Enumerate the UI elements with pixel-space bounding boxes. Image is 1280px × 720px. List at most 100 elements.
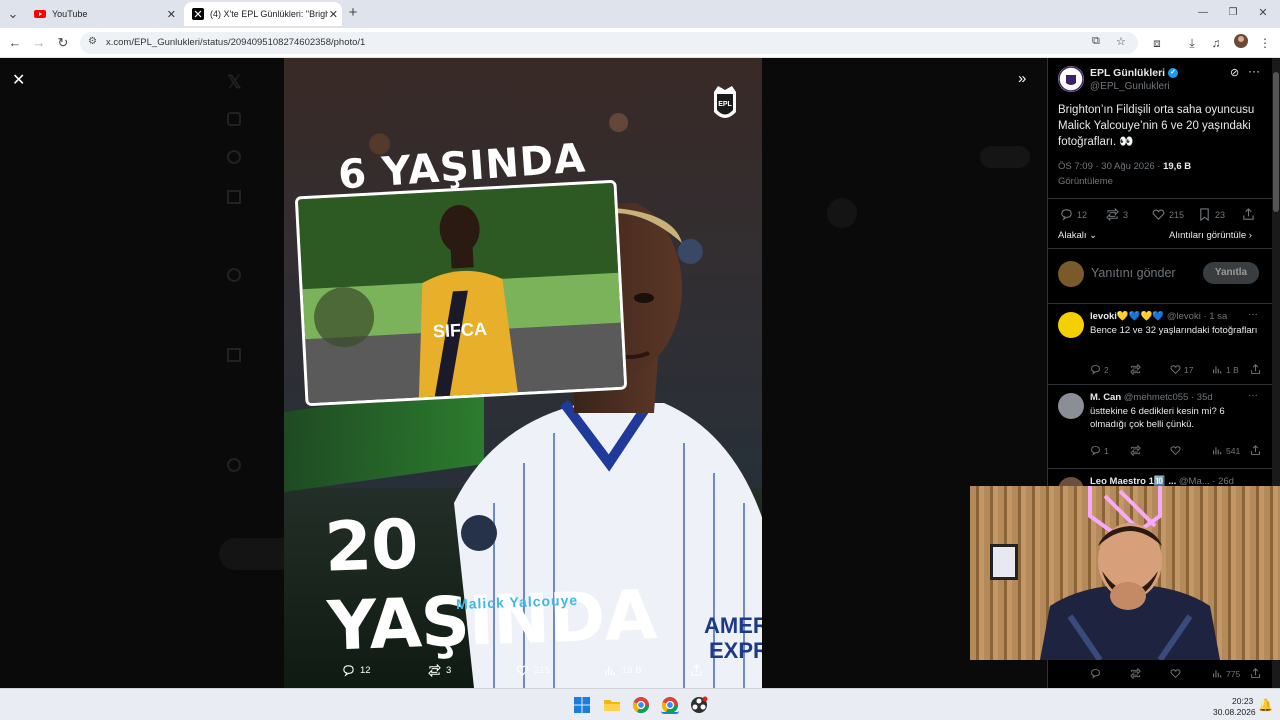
repost-stat[interactable]: 3 [1106, 208, 1128, 221]
reply-button[interactable]: Yanıtla [1203, 262, 1259, 284]
reply-avatar[interactable] [1058, 312, 1084, 338]
reply-item[interactable]: levoki💛💙💛💙 @levoki · 1 sa ··· Bence 12 v… [1048, 303, 1273, 383]
restore-icon[interactable]: ❐ [1224, 4, 1242, 22]
more-options-icon[interactable]: ··· [1248, 390, 1258, 401]
bookmark-star-icon[interactable]: ☆ [1116, 35, 1126, 48]
reply-action[interactable]: 12 [342, 664, 371, 677]
verified-badge-icon: ✓ [1168, 68, 1178, 79]
reply-author[interactable]: levoki💛💙💛💙 @levoki · 1 sa [1090, 311, 1227, 322]
like-action[interactable]: 17 [1170, 364, 1193, 375]
like-action[interactable] [1170, 668, 1181, 679]
views-action[interactable]: 775 [1212, 668, 1240, 679]
repost-action[interactable] [1130, 668, 1141, 679]
reply-action[interactable] [1090, 668, 1101, 679]
new-tab-button[interactable]: + [344, 4, 362, 22]
repost-action[interactable]: 3 [428, 664, 451, 677]
window-close-icon[interactable]: ✕ [1254, 4, 1272, 22]
forward-arrow-icon[interactable]: → [30, 34, 48, 52]
share-icon [1251, 445, 1260, 455]
x-logo-icon: 𝕏 [227, 72, 242, 92]
close-tab-icon[interactable]: ✕ [167, 8, 176, 21]
profile-avatar[interactable] [1232, 34, 1250, 52]
share-stat[interactable] [1242, 208, 1255, 221]
like-action[interactable] [1170, 445, 1181, 456]
views-action[interactable]: 541 [1212, 445, 1240, 456]
views-chart-icon [1213, 670, 1222, 678]
windows-start-icon[interactable] [573, 696, 591, 714]
photo-action-bar: 12 3 215 19 B [330, 664, 710, 684]
views-label: Görüntüleme [1058, 176, 1113, 187]
reply-stat[interactable]: 12 [1060, 208, 1087, 221]
reply-input[interactable]: Yanıtını gönder [1091, 266, 1176, 280]
tweet-photo[interactable]: AMER EXPR SIFCA 6 YAŞINDA 20 YAŞINDA Mal… [284, 58, 762, 688]
view-quotes-link[interactable]: Alıntıları görüntüle › [1169, 230, 1252, 241]
reply-action[interactable]: 1 [1090, 445, 1109, 456]
site-info-icon[interactable]: ⚙ [88, 36, 97, 47]
chrome-active-icon[interactable] [661, 696, 679, 714]
repost-icon [1130, 445, 1141, 456]
account-name[interactable]: EPL Günlükleri ✓ [1090, 67, 1178, 79]
scrollbar-thumb[interactable] [1273, 72, 1279, 212]
svg-text:EPL: EPL [718, 101, 732, 108]
reply-author[interactable]: M. Can @mehmetc055 · 35d [1090, 392, 1213, 403]
media-control-icon[interactable]: ♫ [1207, 34, 1225, 52]
reply-author-handle: @mehmetc055 · 35d [1123, 392, 1213, 403]
repost-count: 3 [446, 665, 452, 676]
reply-avatar[interactable] [1058, 393, 1084, 419]
clock-date[interactable]: 30.08.2026 [1213, 707, 1256, 717]
extensions-icon[interactable]: ⧈ [1148, 34, 1166, 52]
reply-author-name: levoki💛💙💛💙 [1090, 311, 1165, 322]
clock-time[interactable]: 20:23 [1232, 696, 1253, 706]
account-avatar[interactable] [1058, 66, 1084, 92]
close-tab-icon[interactable]: ✕ [329, 8, 338, 21]
close-viewer-icon[interactable]: ✕ [12, 70, 25, 90]
file-explorer-icon[interactable] [603, 696, 621, 714]
reply-item[interactable]: M. Can @mehmetc055 · 35d ··· üsttekine 6… [1048, 384, 1273, 467]
address-bar[interactable]: ⚙ x.com/EPL_Gunlukleri/status/2094095108… [80, 32, 1138, 54]
reply-text: Bence 12 ve 32 yaşlarındaki fotoğrafları [1090, 325, 1258, 336]
chrome-icon[interactable] [632, 696, 650, 714]
notification-bell-icon[interactable]: 🔔 [1258, 698, 1273, 712]
download-icon[interactable]: ⤓ [1183, 34, 1201, 52]
share-action[interactable] [1250, 445, 1261, 456]
repost-icon [1106, 208, 1119, 221]
share-icon [1251, 668, 1260, 678]
share-icon [1251, 364, 1260, 374]
reply-actions: 775 [1090, 668, 1265, 682]
repost-action[interactable] [1130, 445, 1141, 456]
reply-icon [1091, 446, 1100, 456]
grok-explain-icon[interactable]: ⊘ [1230, 66, 1239, 79]
more-options-icon[interactable]: ··· [1248, 64, 1260, 78]
repost-action[interactable] [1130, 364, 1141, 375]
back-arrow-icon[interactable]: ← [6, 34, 24, 52]
account-handle[interactable]: @EPL_Gunlukleri [1090, 81, 1170, 92]
views-action[interactable]: 19 B [604, 664, 642, 677]
bookmark-stat[interactable]: 23 [1198, 208, 1225, 221]
svg-text:SIFCA: SIFCA [432, 319, 487, 342]
tweet-view-count: 19,6 B [1163, 161, 1192, 172]
quotes-label: Alıntıları görüntüle [1169, 230, 1247, 241]
tab-youtube[interactable]: YouTube ✕ [26, 2, 180, 26]
user-avatar [1058, 261, 1084, 287]
reply-sort-dropdown[interactable]: Alakalı ⌄ [1058, 230, 1097, 241]
grok-icon [227, 268, 241, 282]
install-app-icon[interactable]: ⧉ [1092, 35, 1100, 48]
tab-list-chevron-icon[interactable]: ⌄ [4, 5, 22, 23]
share-action[interactable] [1250, 668, 1261, 679]
share-action[interactable] [1250, 364, 1261, 375]
more-options-icon[interactable]: ··· [1248, 309, 1258, 320]
tab-x[interactable]: (4) X'te EPL Günlükleri: "Brighto ✕ [184, 2, 342, 26]
views-action[interactable]: 1 B [1212, 364, 1239, 375]
collapse-panel-icon[interactable]: » [1018, 70, 1026, 87]
url-text: x.com/EPL_Gunlukleri/status/209409510827… [106, 37, 366, 48]
reload-icon[interactable]: ↻ [54, 34, 72, 52]
reply-action[interactable]: 2 [1090, 364, 1109, 375]
player-child-illustration: SIFCA [297, 182, 628, 407]
share-action[interactable] [690, 664, 703, 677]
suggested-avatar [827, 198, 857, 228]
menu-kebab-icon[interactable]: ⋮ [1256, 34, 1274, 52]
minimize-icon[interactable]: — [1194, 4, 1212, 22]
obs-icon[interactable] [690, 696, 708, 714]
like-stat[interactable]: 215 [1152, 208, 1184, 221]
like-action[interactable]: 215 [516, 664, 550, 677]
